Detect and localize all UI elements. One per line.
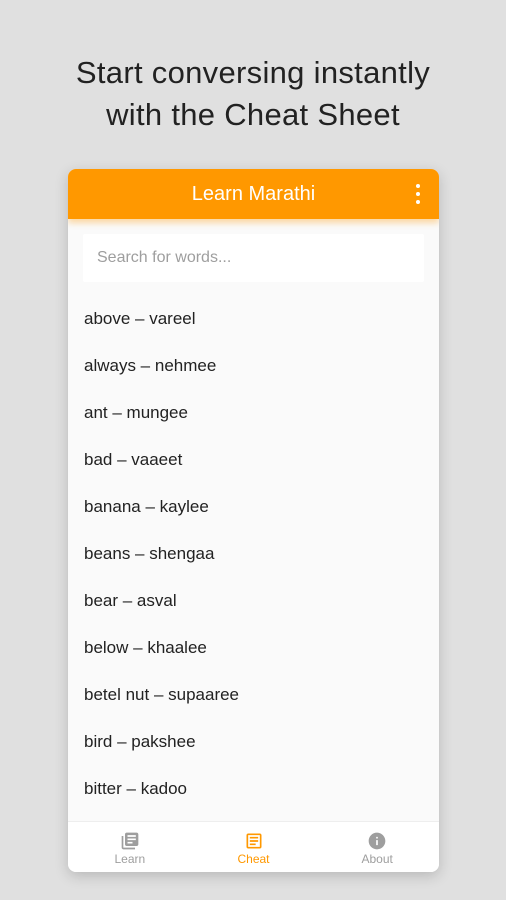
nav-cheat-label: Cheat	[237, 852, 270, 866]
nav-about-label: About	[361, 852, 393, 866]
headline-line-2: with the Cheat Sheet	[106, 97, 400, 132]
list-item[interactable]: bad – vaaeet	[68, 436, 439, 483]
cheat-sheet-icon	[246, 833, 261, 849]
headline-line-1: Start conversing instantly	[75, 55, 431, 90]
nav-cheat[interactable]: Cheat	[192, 822, 316, 872]
library-books-icon	[121, 832, 139, 850]
app-title: Learn Marathi	[191, 183, 316, 205]
list-item[interactable]: beans – shengaa	[68, 530, 439, 577]
list-item[interactable]: always – nehmee	[68, 342, 439, 389]
list-item[interactable]: banana – kaylee	[68, 483, 439, 530]
bottom-navigation: Learn Cheat About	[68, 821, 439, 872]
word-list: above – vareel always – nehmee ant – mun…	[68, 295, 439, 820]
more-vert-icon[interactable]	[411, 184, 425, 204]
list-item[interactable]: bear – asval	[68, 577, 439, 624]
list-item[interactable]: below – khaalee	[68, 624, 439, 671]
nav-about[interactable]: About	[315, 822, 439, 872]
list-item[interactable]: above – vareel	[68, 295, 439, 342]
list-item[interactable]: betel nut – supaaree	[68, 671, 439, 718]
nav-learn[interactable]: Learn	[68, 822, 192, 872]
list-item[interactable]: bird – pakshee	[68, 718, 439, 765]
app-bar: Learn Marathi	[68, 169, 439, 219]
promo-headline: Start conversing instantly with the Chea…	[0, 52, 506, 136]
info-icon	[368, 832, 386, 850]
phone-screen: Learn Marathi above – vareel always – ne…	[68, 169, 439, 872]
list-item[interactable]: bitter – kadoo	[68, 765, 439, 812]
nav-learn-label: Learn	[114, 852, 146, 866]
search-input[interactable]	[83, 234, 424, 282]
list-item[interactable]: ant – mungee	[68, 389, 439, 436]
